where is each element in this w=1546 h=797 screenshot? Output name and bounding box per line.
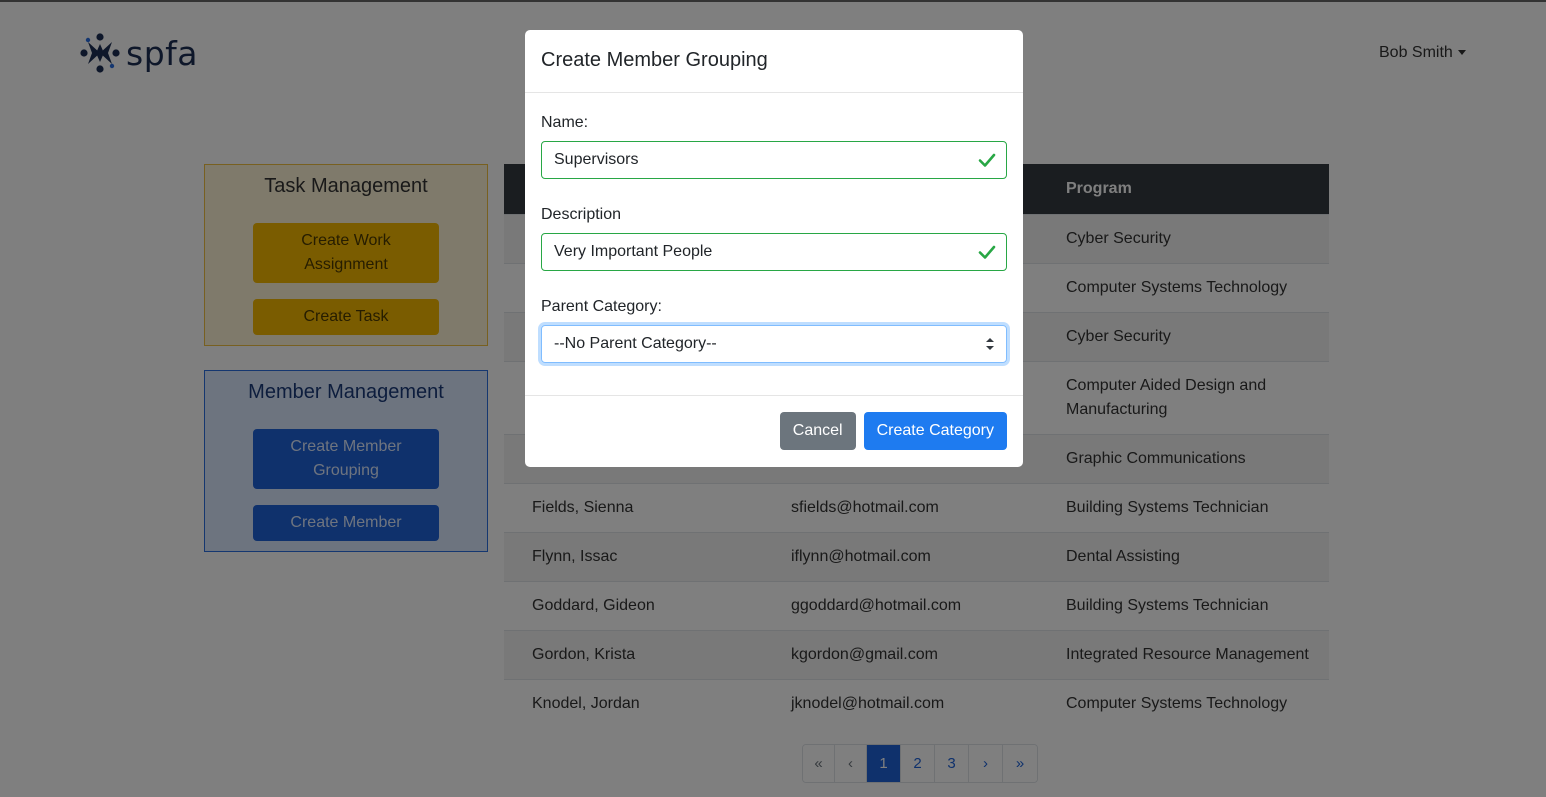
name-input[interactable]: Supervisors [541, 141, 1007, 179]
modal-title: Create Member Grouping [541, 49, 768, 71]
cancel-button[interactable]: Cancel [779, 412, 856, 450]
modal-footer: Cancel Create Category [525, 396, 1023, 466]
parent-category-select[interactable]: --No Parent Category-- [541, 325, 1007, 363]
select-arrows-icon [986, 338, 994, 350]
modal-header: Create Member Grouping [525, 30, 1023, 93]
name-input-value: Supervisors [554, 151, 639, 168]
name-label: Name: [541, 114, 589, 131]
description-input-value: Very Important People [554, 243, 713, 260]
modal-body: Name: Supervisors Description Very Impor… [525, 93, 1023, 396]
check-icon [978, 153, 996, 167]
description-input[interactable]: Very Important People [541, 233, 1007, 271]
parent-category-label: Parent Category: [541, 298, 662, 315]
parent-category-value: --No Parent Category-- [554, 335, 717, 352]
create-member-grouping-modal: Create Member Grouping Name: Supervisors… [525, 30, 1023, 467]
check-icon [978, 245, 996, 259]
description-label: Description [541, 206, 622, 223]
create-category-button[interactable]: Create Category [863, 412, 1007, 450]
top-border [0, 0, 1546, 2]
